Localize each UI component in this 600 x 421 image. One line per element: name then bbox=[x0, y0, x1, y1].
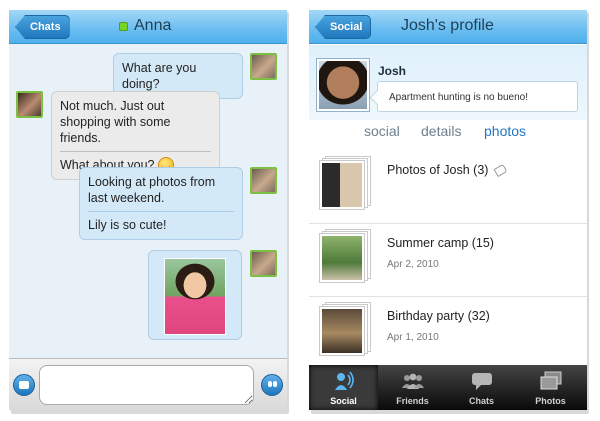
chats-icon bbox=[472, 373, 492, 390]
tab-social[interactable]: social bbox=[364, 123, 400, 139]
tab-photos[interactable]: photos bbox=[484, 123, 526, 139]
album-thumbnail bbox=[319, 233, 365, 283]
message-input[interactable] bbox=[39, 365, 254, 405]
tab-label: Friends bbox=[396, 396, 429, 406]
chat-screen: Chats Anna What are you doing? Not much.… bbox=[9, 10, 287, 410]
tab-label: Social bbox=[330, 396, 357, 406]
photo-message-bubble[interactable] bbox=[148, 250, 242, 340]
tab-social-nav[interactable]: Social bbox=[309, 365, 378, 410]
chat-contact-name: Anna bbox=[134, 17, 172, 34]
profile-navbar: Social Josh's profile bbox=[309, 10, 587, 44]
profile-screen: Social Josh's profile Josh Apartment hun… bbox=[309, 10, 587, 410]
photos-icon bbox=[540, 371, 562, 390]
online-status-icon bbox=[119, 22, 128, 31]
social-back-button[interactable]: Social bbox=[315, 15, 372, 39]
tab-chats-nav[interactable]: Chats bbox=[447, 365, 516, 410]
tab-friends-nav[interactable]: Friends bbox=[378, 365, 447, 410]
bottom-tab-bar: Social Friends Chats Photos bbox=[309, 365, 587, 410]
tag-icon bbox=[493, 163, 508, 178]
shared-photo[interactable] bbox=[164, 258, 226, 335]
message-text: Not much. Just out shopping with some fr… bbox=[60, 99, 171, 145]
album-row[interactable]: Summer camp (15) Apr 2, 2010 bbox=[309, 224, 587, 297]
tab-label: Chats bbox=[468, 396, 494, 406]
album-title: Photos of Josh (3) bbox=[387, 163, 489, 177]
message-bubble-outgoing: Looking at photos from last weekend. Lil… bbox=[79, 167, 243, 240]
album-thumbnail bbox=[319, 160, 365, 210]
message-divider bbox=[88, 211, 234, 212]
tab-photos-nav[interactable]: Photos bbox=[516, 365, 585, 410]
my-avatar[interactable] bbox=[250, 250, 277, 277]
contact-avatar[interactable] bbox=[16, 91, 43, 118]
my-avatar[interactable] bbox=[250, 53, 277, 80]
album-title: Summer camp (15) bbox=[387, 236, 494, 250]
emoji-icon[interactable] bbox=[261, 374, 283, 396]
message-text: Lily is so cute! bbox=[88, 218, 167, 232]
chats-back-button[interactable]: Chats bbox=[15, 15, 70, 39]
camera-icon[interactable] bbox=[13, 374, 35, 396]
album-title: Birthday party (32) bbox=[387, 309, 490, 323]
profile-title: Josh's profile bbox=[401, 17, 494, 34]
chat-navbar: Chats Anna bbox=[9, 10, 287, 44]
tab-label: Photos bbox=[535, 396, 566, 406]
album-row[interactable]: Birthday party (32) Apr 1, 2010 bbox=[309, 297, 587, 370]
status-message: Apartment hunting is no bueno! bbox=[377, 81, 578, 112]
album-row[interactable]: Photos of Josh (3) bbox=[309, 151, 587, 224]
album-date: Apr 2, 2010 bbox=[387, 259, 439, 270]
profile-header: Josh Apartment hunting is no bueno! bbox=[309, 45, 587, 120]
tab-details[interactable]: details bbox=[421, 123, 461, 139]
profile-picture[interactable] bbox=[317, 59, 369, 111]
message-input-bar bbox=[9, 358, 287, 410]
message-text: Looking at photos from last weekend. bbox=[88, 175, 216, 205]
friends-icon bbox=[402, 373, 424, 389]
social-icon bbox=[335, 371, 354, 390]
message-text: What are you doing? bbox=[122, 61, 197, 91]
album-date: Apr 1, 2010 bbox=[387, 332, 439, 343]
message-divider bbox=[60, 151, 211, 152]
my-avatar[interactable] bbox=[250, 167, 277, 194]
profile-name: Josh bbox=[378, 64, 407, 78]
album-thumbnail bbox=[319, 306, 365, 356]
